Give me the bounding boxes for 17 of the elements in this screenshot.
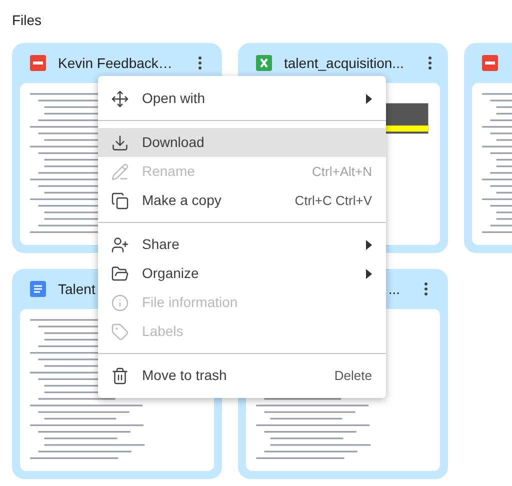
menu-label: Open with <box>142 89 206 108</box>
menu-label: Rename <box>142 162 196 181</box>
menu-label: Organize <box>142 264 200 283</box>
menu-label: Make a copy <box>142 191 222 210</box>
shortcut-text: Ctrl+C Ctrl+V <box>294 192 372 210</box>
file-title: ... <box>388 280 400 298</box>
menu-label: Labels <box>142 322 184 341</box>
shortcut-text: Ctrl+Alt+N <box>312 162 372 181</box>
shortcut-text: Delete <box>334 366 372 385</box>
file-title: talent_acquisition... <box>284 54 404 73</box>
menu-label: Download <box>142 133 206 152</box>
section-heading: Files <box>12 11 43 30</box>
file-title: Kevin Feedback… <box>58 54 172 72</box>
menu-label: File information <box>142 293 239 312</box>
menu-label: Share <box>142 235 180 254</box>
menu-label: Move to trash <box>142 366 228 385</box>
file-title: Talent <box>58 280 96 298</box>
